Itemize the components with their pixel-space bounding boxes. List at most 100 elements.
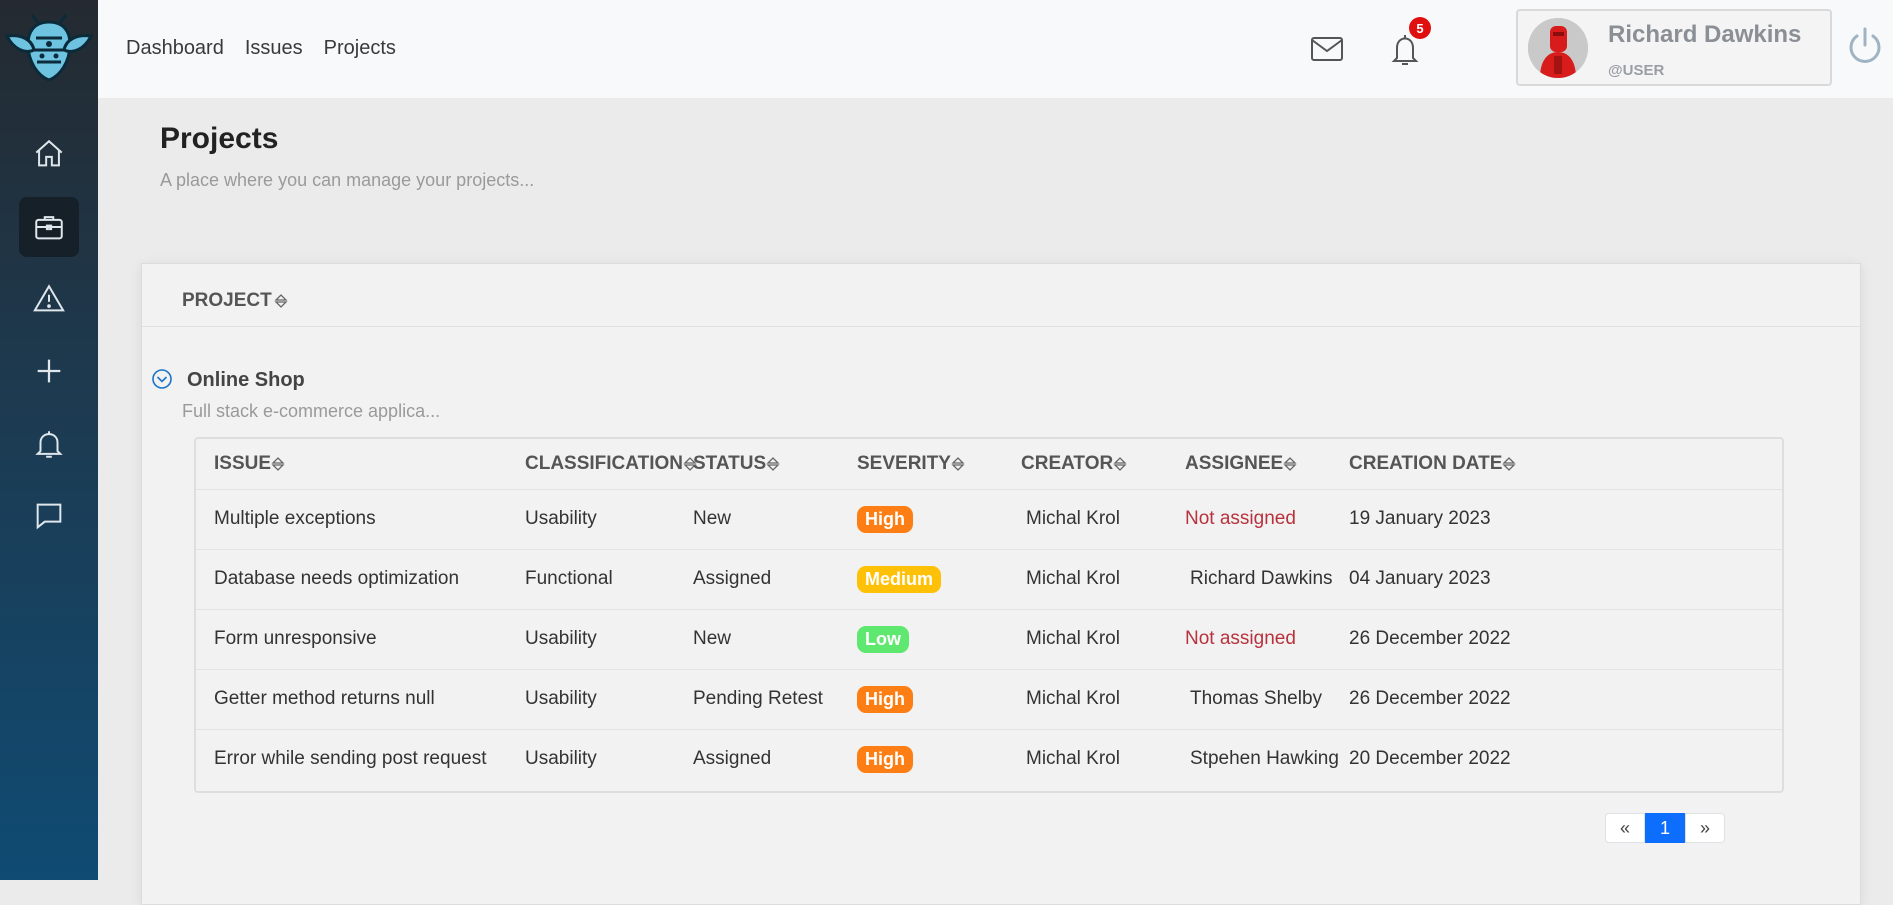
user-profile-card[interactable]: Richard Dawkins @USER	[1516, 9, 1832, 86]
severity-badge: Low	[857, 625, 909, 653]
issues-table: ISSUE CLASSIFICATION STATUS SEVERITY CREATOR…	[194, 437, 1784, 793]
pagination-prev[interactable]: «	[1605, 813, 1645, 843]
user-role: @USER	[1608, 62, 1665, 79]
classification-cell: Usability	[525, 489, 597, 549]
chat-icon	[36, 503, 62, 530]
column-header-assignee[interactable]: ASSIGNEE	[1185, 439, 1297, 489]
classification: Usability	[525, 628, 597, 649]
sidebar-item-add[interactable]	[19, 341, 79, 401]
issue-title[interactable]: Getter method returns null	[214, 688, 435, 710]
status-cell: Pending Retest	[693, 669, 823, 729]
top-nav: Dashboard Issues Projects	[126, 37, 396, 60]
sort-icon	[766, 457, 780, 471]
severity-badge-cell: High	[857, 729, 913, 789]
creator: Michal Krol	[1026, 688, 1120, 709]
mail-icon[interactable]	[1307, 30, 1347, 68]
table-row[interactable]: Multiple exceptions Usability New High Micha…	[196, 489, 1782, 550]
column-header-classification[interactable]: CLASSIFICATION	[525, 439, 697, 489]
creator: Michal Krol	[1026, 628, 1120, 649]
classification: Usability	[525, 748, 597, 769]
column-header-creation-date[interactable]: CREATION DATE	[1349, 439, 1516, 489]
classification: Usability	[525, 508, 597, 529]
column-header-status[interactable]: STATUS	[693, 439, 780, 489]
creation-date: 26 December 2022	[1349, 628, 1511, 649]
creator: Michal Krol	[1026, 568, 1120, 589]
project-name[interactable]: Online Shop	[187, 369, 305, 392]
severity-badge-cell: Medium	[857, 549, 942, 609]
nav-dashboard[interactable]: Dashboard	[126, 37, 224, 60]
issue-title[interactable]: Error while sending post request	[214, 748, 486, 770]
status-cell: Assigned	[693, 729, 771, 789]
assignee: Not assigned	[1185, 508, 1296, 529]
status: New	[693, 508, 732, 529]
creation-date: 26 December 2022	[1349, 688, 1511, 709]
assignee: Richard Dawkins	[1190, 568, 1333, 589]
status: New	[693, 628, 732, 649]
sidebar-item-messages[interactable]	[19, 486, 79, 546]
creation-date: 19 January 2023	[1349, 508, 1491, 529]
bell-icon	[35, 431, 63, 458]
creation-date: 04 January 2023	[1349, 568, 1491, 589]
issue-title-cell: Getter method returns null	[214, 669, 435, 729]
pagination-page-1[interactable]: 1	[1645, 813, 1685, 843]
classification-cell: Usability	[525, 669, 597, 729]
classification-cell: Usability	[525, 729, 597, 789]
creator: Michal Krol	[1026, 748, 1120, 769]
severity-badge-cell: High	[857, 489, 913, 549]
classification-cell: Functional	[525, 549, 613, 609]
issue-title[interactable]: Multiple exceptions	[214, 508, 376, 530]
power-icon[interactable]	[1843, 24, 1887, 68]
assignee-cell: Thomas Shelby	[1190, 669, 1322, 729]
project-column-header[interactable]: PROJECT	[182, 290, 288, 312]
creator-cell: Michal Krol	[1026, 729, 1120, 789]
user-name: Richard Dawkins	[1608, 21, 1802, 48]
page-subtitle: A place where you can manage your projec…	[160, 170, 535, 190]
table-row[interactable]: Error while sending post request Usabilit…	[196, 729, 1782, 789]
nav-issues[interactable]: Issues	[245, 37, 303, 60]
creator: Michal Krol	[1026, 508, 1120, 529]
column-header-issue[interactable]: ISSUE	[214, 439, 285, 489]
severity-badge: High	[857, 685, 913, 713]
collapse-chevron-icon[interactable]	[151, 368, 173, 390]
column-header-creator[interactable]: CREATOR	[1021, 439, 1127, 489]
nav-projects[interactable]: Projects	[324, 37, 396, 60]
issue-title-cell: Form unresponsive	[214, 609, 377, 669]
creation-date-cell: 20 December 2022	[1349, 729, 1511, 789]
assignee: Thomas Shelby	[1190, 688, 1323, 709]
bug-logo-icon[interactable]	[4, 14, 94, 84]
warning-icon	[33, 284, 65, 312]
sort-icon	[1283, 457, 1297, 471]
column-header-severity[interactable]: SEVERITY	[857, 439, 965, 489]
table-row[interactable]: Database needs optimization Functional Ass…	[196, 549, 1782, 610]
sidebar-item-issues[interactable]	[19, 269, 79, 329]
sort-icon	[274, 294, 288, 308]
status: Pending Retest	[693, 688, 823, 709]
sidebar-item-home[interactable]	[19, 124, 79, 184]
creator-cell: Michal Krol	[1026, 549, 1120, 609]
classification: Usability	[525, 688, 597, 709]
status-cell: New	[693, 609, 731, 669]
severity-badge-cell: High	[857, 669, 913, 729]
sort-icon	[271, 457, 285, 471]
plus-icon	[37, 359, 61, 383]
creator-cell: Michal Krol	[1026, 609, 1120, 669]
assignee-cell: Not assigned	[1185, 609, 1296, 669]
assignee: Not assigned	[1185, 628, 1296, 649]
assignee: Stpehen Hawking	[1190, 748, 1339, 769]
sidebar-item-projects[interactable]	[19, 197, 79, 257]
table-row[interactable]: Form unresponsive Usability New Low Michal K…	[196, 609, 1782, 670]
table-row[interactable]: Getter method returns null Usability Pendi…	[196, 669, 1782, 730]
creator-cell: Michal Krol	[1026, 489, 1120, 549]
status-cell: New	[693, 489, 731, 549]
status-cell: Assigned	[693, 549, 771, 609]
issue-title-cell: Error while sending post request	[214, 729, 486, 789]
sidebar-item-notifications[interactable]	[19, 414, 79, 474]
issue-title[interactable]: Database needs optimization	[214, 568, 459, 590]
severity-badge: Medium	[857, 565, 942, 593]
creation-date: 20 December 2022	[1349, 748, 1511, 769]
issue-title[interactable]: Form unresponsive	[214, 628, 377, 650]
creation-date-cell: 26 December 2022	[1349, 669, 1511, 729]
creation-date-cell: 26 December 2022	[1349, 609, 1511, 669]
pagination-next[interactable]: »	[1685, 813, 1725, 843]
sort-icon	[1502, 457, 1516, 471]
